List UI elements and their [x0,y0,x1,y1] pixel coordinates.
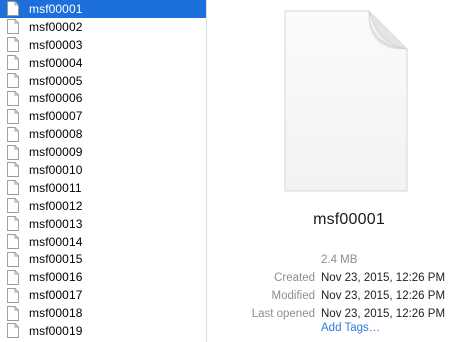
document-icon [7,144,19,160]
document-icon [7,198,19,214]
file-row[interactable]: msf00013 [0,215,206,233]
file-row[interactable]: msf00012 [0,197,206,215]
file-name: msf00007 [29,109,83,124]
document-icon [7,126,19,142]
file-row[interactable]: msf00014 [0,233,206,251]
file-row[interactable]: msf00004 [0,54,206,72]
file-name: msf00011 [29,180,82,195]
file-name: msf00019 [29,323,83,338]
add-tags-row: Add Tags… [207,320,476,336]
document-icon [7,162,19,178]
preview-filename: msf00001 [313,211,385,228]
file-row[interactable]: msf00002 [0,18,206,36]
modified-value: Nov 23, 2015, 12:26 PM [321,290,446,302]
modified-row: Modified Nov 23, 2015, 12:26 PM [207,287,476,305]
document-icon [7,19,19,35]
file-name: msf00001 [29,1,83,16]
document-icon [7,234,19,249]
file-name: msf00002 [29,19,83,34]
document-icon [7,90,19,106]
file-name: msf00008 [29,127,83,142]
file-row[interactable]: msf00019 [0,322,206,340]
file-name: msf00006 [29,91,83,106]
document-icon [7,323,19,339]
file-row[interactable]: msf00007 [0,107,206,125]
last-opened-label: Last opened [251,308,315,320]
created-label: Created [274,272,315,284]
file-name: msf00015 [29,252,83,267]
last-opened-value: Nov 23, 2015, 12:26 PM [321,308,446,320]
file-row[interactable]: msf00016 [0,268,206,286]
file-row[interactable]: msf00003 [0,36,206,54]
document-icon [7,37,19,53]
file-name: msf00005 [29,73,83,88]
file-list: msf00001 msf00002 msf00003 msf00004 msf00005… [0,0,207,342]
file-name: msf00017 [29,288,83,303]
document-icon [7,287,19,303]
file-row[interactable]: msf00005 [0,72,206,90]
document-icon [7,180,19,196]
file-row[interactable]: msf00008 [0,125,206,143]
created-row: Created Nov 23, 2015, 12:26 PM [207,269,476,287]
file-row[interactable]: msf00011 [0,179,206,197]
modified-label: Modified [271,290,315,302]
file-row[interactable]: msf00001 [0,0,206,18]
file-name: msf00013 [29,216,83,231]
document-icon [7,55,19,71]
file-name: msf00016 [29,270,83,285]
file-row[interactable]: msf00015 [0,250,206,268]
file-row[interactable]: msf00009 [0,143,206,161]
file-row[interactable]: msf00006 [0,89,206,107]
document-icon [7,108,19,124]
file-name: msf00014 [29,234,83,249]
file-name: msf00010 [29,162,83,177]
file-size: 2.4 MB [321,254,358,266]
file-name: msf00003 [29,37,83,52]
document-icon [7,216,19,232]
file-info: 2.4 MB Created Nov 23, 2015, 12:26 PM Mo… [207,251,476,336]
file-row[interactable]: msf00010 [0,161,206,179]
preview-pane: msf00001 2.4 MB Created Nov 23, 2015, 12… [207,0,476,342]
created-value: Nov 23, 2015, 12:26 PM [321,272,446,284]
file-name: msf00009 [29,145,83,160]
document-icon [7,1,19,17]
document-icon [7,305,19,321]
document-icon [7,251,19,267]
file-name: msf00018 [29,306,83,321]
add-tags-link[interactable]: Add Tags… [321,322,380,334]
file-name: msf00004 [29,55,83,70]
size-row: 2.4 MB [207,251,476,269]
file-row[interactable]: msf00017 [0,286,206,304]
file-row[interactable]: msf00018 [0,304,206,322]
document-icon [7,73,19,88]
document-icon [284,10,408,192]
file-name: msf00012 [29,198,83,213]
document-icon [7,269,19,285]
